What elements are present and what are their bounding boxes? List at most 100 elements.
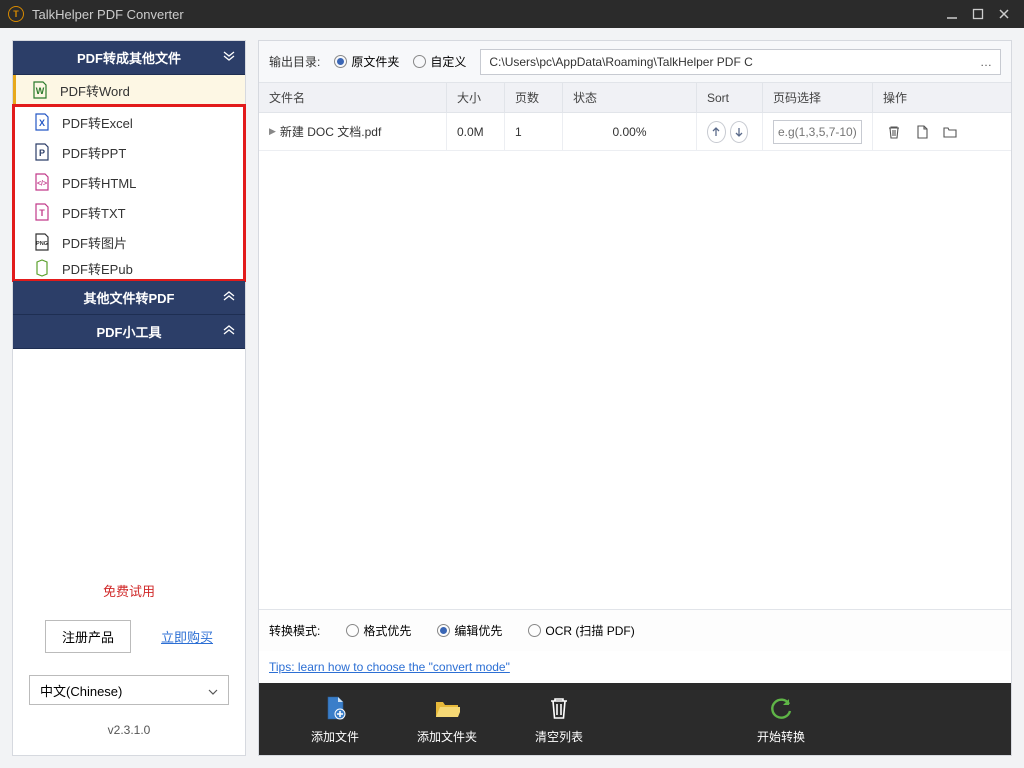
radio-format-priority[interactable]: 格式优先 bbox=[346, 622, 411, 639]
cell-page-range bbox=[763, 113, 873, 150]
maximize-button[interactable] bbox=[966, 4, 990, 24]
action-bar: 添加文件 添加文件夹 清空列表 bbox=[259, 683, 1011, 755]
action-label: 添加文件 bbox=[311, 728, 359, 745]
buy-now-link[interactable]: 立即购买 bbox=[161, 627, 213, 646]
sidebar-section-convert-to-pdf[interactable]: 其他文件转PDF bbox=[13, 281, 245, 315]
sidebar-section-pdf-tools[interactable]: PDF小工具 bbox=[13, 315, 245, 349]
svg-text:W: W bbox=[36, 86, 45, 96]
sidebar-item-pdf-to-image[interactable]: PNG PDF转图片 bbox=[15, 227, 243, 257]
svg-text:T: T bbox=[39, 208, 45, 218]
ellipsis-icon: … bbox=[980, 55, 992, 69]
col-page-range: 页码选择 bbox=[763, 83, 873, 112]
language-value: 中文(Chinese) bbox=[40, 681, 122, 700]
register-button[interactable]: 注册产品 bbox=[45, 620, 131, 653]
sidebar-section-convert-from-pdf[interactable]: PDF转成其他文件 bbox=[13, 41, 245, 75]
radio-dot-icon bbox=[437, 624, 450, 637]
action-label: 添加文件夹 bbox=[417, 728, 477, 745]
svg-text:P: P bbox=[39, 148, 45, 158]
cell-filename: ▶ 新建 DOC 文档.pdf bbox=[259, 113, 447, 150]
main-panel: 输出目录: 原文件夹 自定义 C:\Users\pc\AppData\Roami… bbox=[258, 40, 1012, 756]
radio-dot-icon bbox=[334, 55, 347, 68]
radio-edit-priority[interactable]: 编辑优先 bbox=[437, 622, 502, 639]
folder-add-icon bbox=[433, 694, 461, 722]
cell-size: 0.0M bbox=[447, 113, 505, 150]
chevron-up-icon bbox=[223, 325, 235, 338]
txt-icon: T bbox=[34, 203, 50, 221]
sidebar-item-pdf-to-excel[interactable]: X PDF转Excel bbox=[15, 107, 243, 137]
expand-icon[interactable]: ▶ bbox=[269, 126, 276, 137]
convert-mode-row: 转换模式: 格式优先 编辑优先 OCR (扫描 PDF) bbox=[259, 609, 1011, 651]
delete-button[interactable] bbox=[883, 121, 905, 143]
excel-icon: X bbox=[34, 113, 50, 131]
sidebar-section-label: PDF转成其他文件 bbox=[77, 48, 181, 67]
sidebar-item-pdf-to-epub[interactable]: PDF转EPub bbox=[15, 257, 243, 279]
sidebar-item-label: PDF转Word bbox=[60, 81, 130, 100]
radio-label: 原文件夹 bbox=[351, 53, 399, 70]
move-down-button[interactable] bbox=[730, 121, 749, 143]
epub-icon bbox=[34, 259, 50, 277]
image-icon: PNG bbox=[34, 233, 50, 251]
cell-pages: 1 bbox=[505, 113, 563, 150]
tips-row: Tips: learn how to choose the "convert m… bbox=[259, 651, 1011, 683]
filename-value: 新建 DOC 文档.pdf bbox=[280, 123, 381, 140]
add-folder-button[interactable]: 添加文件夹 bbox=[411, 694, 483, 745]
app-title: TalkHelper PDF Converter bbox=[32, 7, 940, 22]
svg-text:PNG: PNG bbox=[36, 241, 48, 247]
move-up-button[interactable] bbox=[707, 121, 726, 143]
radio-label: 自定义 bbox=[430, 53, 466, 70]
add-file-button[interactable]: 添加文件 bbox=[299, 694, 371, 745]
close-button[interactable] bbox=[992, 4, 1016, 24]
radio-dot-icon bbox=[413, 55, 426, 68]
app-logo-icon: T bbox=[8, 6, 24, 22]
sidebar-item-label: PDF转HTML bbox=[62, 173, 136, 192]
sidebar-section-label: PDF小工具 bbox=[96, 322, 161, 341]
sidebar-item-pdf-to-word[interactable]: W PDF转Word bbox=[13, 75, 245, 105]
open-file-button[interactable] bbox=[911, 121, 933, 143]
radio-dot-icon bbox=[346, 624, 359, 637]
table-row: ▶ 新建 DOC 文档.pdf 0.0M 1 0.00% bbox=[259, 113, 1011, 151]
trial-label: 免费试用 bbox=[103, 581, 155, 600]
sidebar: PDF转成其他文件 W PDF转Word X bbox=[12, 40, 246, 756]
clear-list-button[interactable]: 清空列表 bbox=[523, 694, 595, 745]
svg-text:</>: </> bbox=[37, 181, 47, 188]
convert-mode-label: 转换模式: bbox=[269, 622, 320, 639]
radio-label: 格式优先 bbox=[363, 622, 411, 639]
sidebar-item-pdf-to-html[interactable]: </> PDF转HTML bbox=[15, 167, 243, 197]
sidebar-item-pdf-to-ppt[interactable]: P PDF转PPT bbox=[15, 137, 243, 167]
language-select[interactable]: 中文(Chinese) bbox=[29, 675, 229, 705]
table-header: 文件名 大小 页数 状态 Sort 页码选择 操作 bbox=[259, 83, 1011, 113]
html-icon: </> bbox=[34, 173, 50, 191]
sidebar-footer: 免费试用 注册产品 立即购买 中文(Chinese) v2.3.1.0 bbox=[13, 569, 245, 755]
sidebar-item-label: PDF转TXT bbox=[62, 203, 126, 222]
radio-ocr[interactable]: OCR (扫描 PDF) bbox=[528, 622, 634, 639]
output-dir-row: 输出目录: 原文件夹 自定义 C:\Users\pc\AppData\Roami… bbox=[259, 41, 1011, 83]
sidebar-item-pdf-to-txt[interactable]: T PDF转TXT bbox=[15, 197, 243, 227]
ppt-icon: P bbox=[34, 143, 50, 161]
minimize-button[interactable] bbox=[940, 4, 964, 24]
start-convert-button[interactable]: 开始转换 bbox=[745, 694, 817, 745]
chevron-down-icon bbox=[208, 683, 218, 698]
radio-dot-icon bbox=[528, 624, 541, 637]
sidebar-section-label: 其他文件转PDF bbox=[83, 288, 174, 307]
sidebar-item-label: PDF转图片 bbox=[62, 233, 127, 252]
version-label: v2.3.1.0 bbox=[108, 723, 151, 737]
chevron-down-icon bbox=[223, 51, 235, 64]
output-path-field[interactable]: C:\Users\pc\AppData\Roaming\TalkHelper P… bbox=[480, 49, 1001, 75]
cell-sort bbox=[697, 113, 763, 150]
col-sort: Sort bbox=[697, 83, 763, 112]
chevron-up-icon bbox=[223, 291, 235, 304]
open-folder-button[interactable] bbox=[939, 121, 961, 143]
col-status: 状态 bbox=[563, 83, 697, 112]
table-empty-area bbox=[259, 151, 1011, 609]
sidebar-item-label: PDF转Excel bbox=[62, 113, 133, 132]
radio-original-folder[interactable]: 原文件夹 bbox=[334, 53, 399, 70]
svg-text:X: X bbox=[39, 118, 45, 128]
radio-label: OCR (扫描 PDF) bbox=[545, 622, 634, 639]
output-dir-label: 输出目录: bbox=[269, 53, 320, 70]
sidebar-item-label: PDF转PPT bbox=[62, 143, 126, 162]
tips-link[interactable]: Tips: learn how to choose the "convert m… bbox=[269, 660, 510, 674]
radio-custom-folder[interactable]: 自定义 bbox=[413, 53, 466, 70]
col-filename: 文件名 bbox=[259, 83, 447, 112]
page-range-input[interactable] bbox=[773, 120, 862, 144]
action-label: 清空列表 bbox=[535, 728, 583, 745]
